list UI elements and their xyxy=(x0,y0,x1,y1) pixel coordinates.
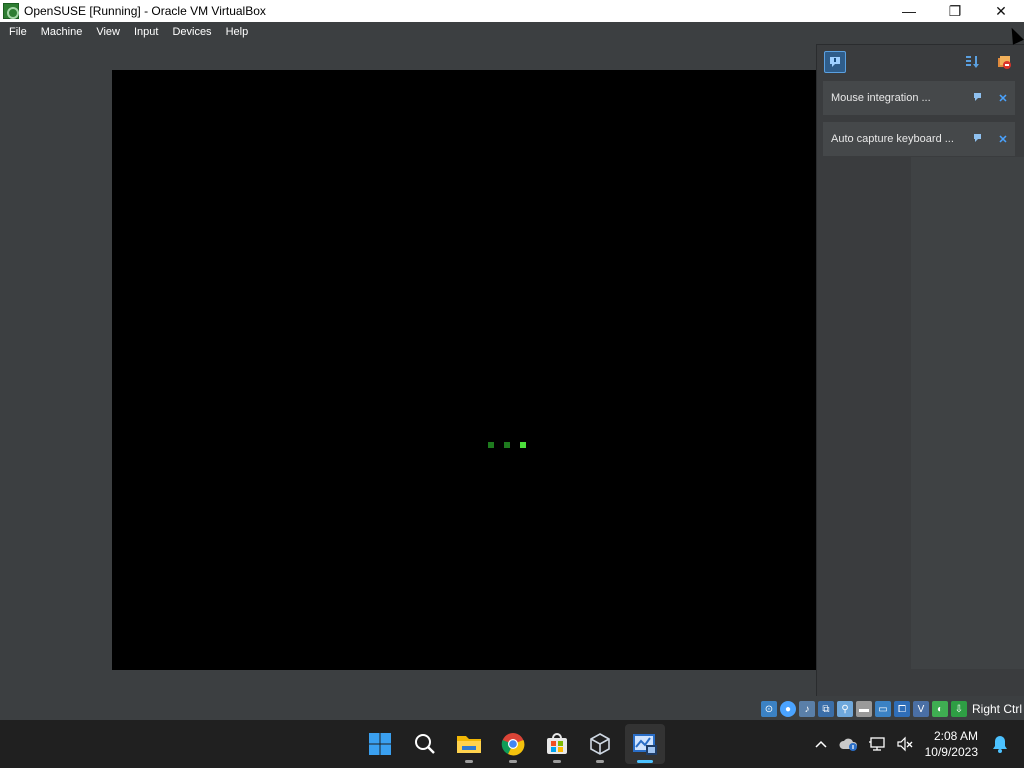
loader-dot xyxy=(520,442,526,448)
menu-devices[interactable]: Devices xyxy=(165,22,218,42)
running-indicator xyxy=(553,760,561,763)
search-icon xyxy=(415,734,435,754)
windows-icon xyxy=(369,733,391,755)
display-icon[interactable]: ▭ xyxy=(874,701,891,717)
dont-show-again-icon[interactable] xyxy=(967,133,991,145)
panel-strip xyxy=(911,157,1024,669)
notification-label: Mouse integration ... xyxy=(831,92,931,104)
menu-input[interactable]: Input xyxy=(127,22,165,42)
running-indicator xyxy=(509,760,517,763)
menu-file[interactable]: File xyxy=(0,22,34,42)
shared-folders-icon[interactable]: ▬ xyxy=(855,701,872,717)
running-indicator xyxy=(596,760,604,763)
search-button[interactable] xyxy=(405,724,445,764)
virtualbox-manager-button[interactable] xyxy=(580,724,620,764)
maximize-button[interactable]: ❐ xyxy=(932,0,978,22)
keyboard-capture-icon[interactable]: ⇩ xyxy=(950,701,967,717)
running-indicator xyxy=(465,760,473,763)
sort-icon[interactable] xyxy=(961,51,983,73)
clear-notifications-icon[interactable] xyxy=(993,51,1015,73)
virtualbox-vm-icon xyxy=(3,3,19,19)
notification-keyboard-capture[interactable]: Auto capture keyboard ... ✕ xyxy=(823,122,1015,156)
clock-date: 10/9/2023 xyxy=(924,745,978,759)
minimize-button[interactable]: — xyxy=(886,0,932,22)
microsoft-store-button[interactable] xyxy=(537,724,577,764)
virtualbox-vm-button[interactable] xyxy=(625,724,665,764)
notification-center: Mouse integration ... ✕ Auto capture key… xyxy=(816,44,1024,696)
vm-display-area: Mouse integration ... ✕ Auto capture key… xyxy=(0,42,1024,698)
chrome-icon xyxy=(501,733,525,756)
status-icons: ⊙ ● ♪ ⧉ ⚲ ▬ ▭ ⧠ V ◐ ⇩ Right Ctrl xyxy=(760,700,1024,718)
mouse-integration-icon[interactable]: ◐ xyxy=(931,701,948,717)
show-hidden-icons-icon[interactable] xyxy=(807,730,835,758)
menu-bar: File Machine View Input Devices Help xyxy=(0,22,1024,42)
folder-icon xyxy=(457,736,481,753)
network-icon[interactable]: ⧉ xyxy=(817,701,834,717)
notification-label: Auto capture keyboard ... xyxy=(831,133,954,145)
store-icon xyxy=(547,733,567,754)
loader-dot xyxy=(488,442,494,448)
window-title: OpenSUSE [Running] - Oracle VM VirtualBo… xyxy=(24,4,266,18)
close-notification-icon[interactable]: ✕ xyxy=(991,92,1015,105)
host-key-label[interactable]: Right Ctrl xyxy=(972,702,1022,716)
file-explorer-button[interactable] xyxy=(449,724,489,764)
notification-header xyxy=(817,45,1024,77)
onedrive-icon[interactable] xyxy=(835,730,863,758)
menu-view[interactable]: View xyxy=(89,22,127,42)
hard-disk-icon[interactable]: ⊙ xyxy=(760,701,777,717)
network-status-icon[interactable] xyxy=(863,730,891,758)
volume-muted-icon[interactable] xyxy=(891,730,919,758)
loader-dot xyxy=(504,442,510,448)
clock-time: 2:08 AM xyxy=(933,729,978,743)
recording-icon[interactable]: ⧠ xyxy=(893,701,910,717)
virtualbox-vm-icon xyxy=(633,734,657,755)
chrome-button[interactable] xyxy=(493,724,533,764)
vm-screen[interactable] xyxy=(112,70,816,670)
close-notification-icon[interactable]: ✕ xyxy=(991,133,1015,146)
boot-loader xyxy=(488,442,526,448)
system-tray: 2:08 AM 10/9/2023 xyxy=(807,720,1024,768)
menu-help[interactable]: Help xyxy=(219,22,256,42)
taskbar: 2:08 AM 10/9/2023 xyxy=(0,720,1024,768)
clock[interactable]: 2:08 AM 10/9/2023 xyxy=(925,728,978,760)
notification-mouse-integration[interactable]: Mouse integration ... ✕ xyxy=(823,81,1015,115)
optical-drive-icon[interactable]: ● xyxy=(779,701,796,717)
notification-bell-icon[interactable] xyxy=(986,730,1014,758)
menu-machine[interactable]: Machine xyxy=(34,22,90,42)
usb-icon[interactable]: ⚲ xyxy=(836,701,853,717)
close-button[interactable]: ✕ xyxy=(978,0,1024,22)
title-bar: OpenSUSE [Running] - Oracle VM VirtualBo… xyxy=(0,0,1024,22)
audio-icon[interactable]: ♪ xyxy=(798,701,815,717)
virtualbox-icon xyxy=(590,733,610,755)
start-button[interactable] xyxy=(360,724,400,764)
vm-status-bar: ⊙ ● ♪ ⧉ ⚲ ▬ ▭ ⧠ V ◐ ⇩ Right Ctrl xyxy=(0,698,1024,720)
active-indicator xyxy=(637,760,653,763)
notification-center-icon[interactable] xyxy=(824,51,846,73)
dont-show-again-icon[interactable] xyxy=(967,92,991,104)
cpu-icon[interactable]: V xyxy=(912,701,929,717)
